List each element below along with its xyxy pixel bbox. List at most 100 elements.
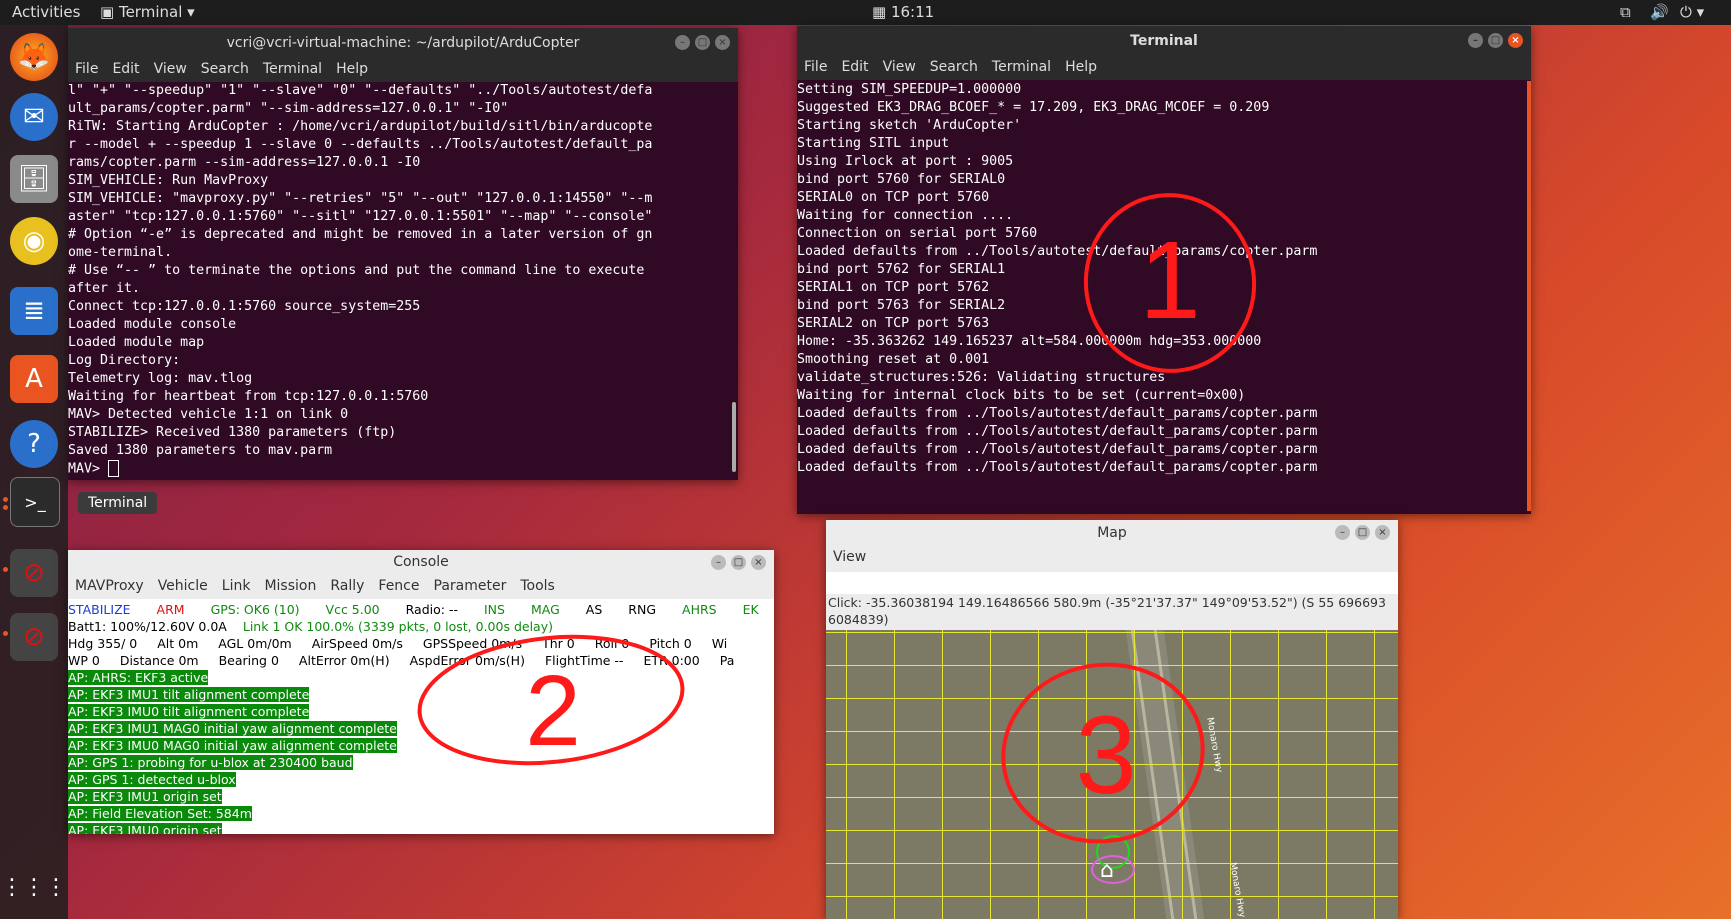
terminal-line: bind port 5760 for SERIAL0 bbox=[797, 172, 1006, 187]
console-log-line: AP: GPS 1: detected u-blox bbox=[68, 772, 236, 787]
thunderbird-icon[interactable]: ✉ bbox=[10, 93, 58, 141]
volume-icon[interactable]: 🔊 bbox=[1650, 3, 1669, 21]
terminal-output[interactable]: l" "+" "--speedup" "1" "--slave" "0" "--… bbox=[68, 82, 728, 478]
annotation-label: 2 bbox=[525, 655, 581, 767]
menu-edit[interactable]: Edit bbox=[834, 56, 875, 80]
menu-search[interactable]: Search bbox=[194, 58, 256, 82]
menu-help[interactable]: Help bbox=[329, 58, 375, 82]
terminal-line: Loaded defaults from ../Tools/autotest/d… bbox=[797, 424, 1318, 439]
terminal-line: ome-terminal. bbox=[68, 245, 173, 260]
window-title: Terminal bbox=[1130, 33, 1198, 49]
terminal-line: Loaded defaults from ../Tools/autotest/d… bbox=[797, 460, 1318, 475]
files-icon[interactable]: 🗄 bbox=[10, 155, 58, 203]
close-button[interactable]: × bbox=[1508, 33, 1523, 48]
terminal-line: Using Irlock at port : 9005 bbox=[797, 154, 1014, 169]
unknown-app-icon[interactable]: ⊘ bbox=[10, 613, 58, 661]
status-field: RNG bbox=[628, 602, 657, 617]
rhythmbox-icon[interactable]: ◉ bbox=[10, 217, 58, 265]
maximize-button[interactable]: □ bbox=[695, 35, 710, 50]
title-bar: Console – □ × bbox=[68, 550, 774, 575]
menu-mission[interactable]: Mission bbox=[257, 575, 323, 599]
annotation-label: 3 bbox=[1075, 694, 1136, 817]
status-field: EK bbox=[742, 602, 759, 617]
menu-fence[interactable]: Fence bbox=[371, 575, 426, 599]
home-icon: ⌂ bbox=[1100, 858, 1114, 883]
status-field: AirSpeed 0m/s bbox=[311, 636, 403, 651]
clock[interactable]: ▦ 16:11 bbox=[872, 3, 934, 21]
menu-bar: File Edit View Search Terminal Help bbox=[68, 58, 738, 82]
maximize-button[interactable]: □ bbox=[1355, 525, 1370, 540]
terminal-line: Connect tcp:127.0.0.1:5760 source_system… bbox=[68, 299, 421, 314]
dock: 🦊 ✉ 🗄 ◉ ≣ A ? >_ ⊘ ⊘ ⋮⋮⋮ bbox=[0, 25, 68, 919]
help-icon[interactable]: ? bbox=[10, 420, 58, 468]
menu-vehicle[interactable]: Vehicle bbox=[151, 575, 215, 599]
menu-rally[interactable]: Rally bbox=[323, 575, 371, 599]
terminal-line: Loaded module map bbox=[68, 335, 205, 350]
menu-edit[interactable]: Edit bbox=[105, 58, 146, 82]
menu-file[interactable]: File bbox=[797, 56, 834, 80]
app-menu-label: Terminal bbox=[118, 3, 183, 21]
grid-line bbox=[846, 630, 847, 919]
firefox-icon[interactable]: 🦊 bbox=[10, 33, 58, 81]
chevron-down-icon: ▾ bbox=[187, 3, 195, 21]
status-field: Distance 0m bbox=[119, 653, 199, 668]
maximize-button[interactable]: □ bbox=[1488, 33, 1503, 48]
terminal-line: Log Directory: bbox=[68, 353, 181, 368]
menu-help[interactable]: Help bbox=[1058, 56, 1104, 80]
terminal-line: MAV> bbox=[68, 460, 728, 478]
terminal-dock-icon[interactable]: >_ bbox=[10, 477, 60, 527]
status-field: ARM bbox=[156, 602, 185, 617]
software-icon[interactable]: A bbox=[10, 355, 58, 403]
annotation-circle-3: 3 bbox=[1001, 662, 1205, 844]
status-field: AGL 0m/0m bbox=[218, 636, 292, 651]
minimize-button[interactable]: – bbox=[675, 35, 690, 50]
map-view[interactable]: Monaro Hwy Monaro Hwy ⌂ 3 bbox=[826, 630, 1398, 919]
menu-terminal[interactable]: Terminal bbox=[256, 58, 329, 82]
terminal-window-left: vcri@vcri-virtual-machine: ~/ardupilot/A… bbox=[68, 28, 738, 480]
minimize-button[interactable]: – bbox=[711, 555, 726, 570]
minimize-button[interactable]: – bbox=[1468, 33, 1483, 48]
console-log-line: AP: EKF3 IMU0 origin set bbox=[68, 823, 774, 834]
scrollbar[interactable] bbox=[1527, 81, 1531, 511]
terminal-line: rams/copter.parm --sim-address=127.0.0.1… bbox=[68, 155, 421, 170]
terminal-line: Saved 1380 parameters to mav.parm bbox=[68, 443, 333, 458]
terminal-line: Waiting for heartbeat from tcp:127.0.0.1… bbox=[68, 389, 429, 404]
close-button[interactable]: × bbox=[751, 555, 766, 570]
close-button[interactable]: × bbox=[1375, 525, 1390, 540]
menu-view[interactable]: View bbox=[147, 58, 194, 82]
menu-view[interactable]: View bbox=[876, 56, 923, 80]
scrollbar[interactable] bbox=[732, 402, 736, 472]
network-icon[interactable]: ⧉ bbox=[1620, 3, 1631, 21]
writer-icon[interactable]: ≣ bbox=[10, 287, 58, 335]
console-log-line: AP: EKF3 IMU1 origin set bbox=[68, 789, 222, 804]
menu-mavproxy[interactable]: MAVProxy bbox=[68, 575, 151, 599]
terminal-line: Loaded defaults from ../Tools/autotest/d… bbox=[797, 442, 1318, 457]
menu-bar: File Edit View Search Terminal Help bbox=[797, 56, 1531, 80]
show-apps-icon[interactable]: ⋮⋮⋮ bbox=[1, 863, 67, 911]
menu-file[interactable]: File bbox=[68, 58, 105, 82]
dock-tooltip: Terminal bbox=[78, 492, 158, 514]
menu-link[interactable]: Link bbox=[215, 575, 258, 599]
top-bar: Activities ▣ Terminal ▾ ▦ 16:11 ⧉ 🔊 ⏻ ▾ bbox=[0, 0, 1731, 25]
status-field: Alt 0m bbox=[157, 636, 199, 651]
power-icon[interactable]: ⏻ ▾ bbox=[1680, 3, 1704, 21]
menu-parameter[interactable]: Parameter bbox=[427, 575, 514, 599]
menu-search[interactable]: Search bbox=[923, 56, 985, 80]
terminal-icon: ▣ bbox=[100, 3, 115, 21]
close-button[interactable]: × bbox=[715, 35, 730, 50]
menu-view[interactable]: View bbox=[826, 546, 873, 570]
terminal-line: Loaded module console bbox=[68, 317, 237, 332]
menu-tools[interactable]: Tools bbox=[513, 575, 562, 599]
terminal-cursor bbox=[108, 460, 120, 477]
app-menu[interactable]: ▣ Terminal ▾ bbox=[100, 3, 195, 21]
window-title: Map bbox=[1097, 525, 1127, 541]
grid-line bbox=[1374, 630, 1375, 919]
maximize-button[interactable]: □ bbox=[731, 555, 746, 570]
activities-button[interactable]: Activities bbox=[12, 3, 80, 21]
status-field: Radio: -- bbox=[405, 602, 458, 617]
unknown-app-icon[interactable]: ⊘ bbox=[10, 549, 58, 597]
grid-line bbox=[894, 630, 895, 919]
minimize-button[interactable]: – bbox=[1335, 525, 1350, 540]
menu-terminal[interactable]: Terminal bbox=[985, 56, 1058, 80]
terminal-line: after it. bbox=[68, 281, 141, 296]
